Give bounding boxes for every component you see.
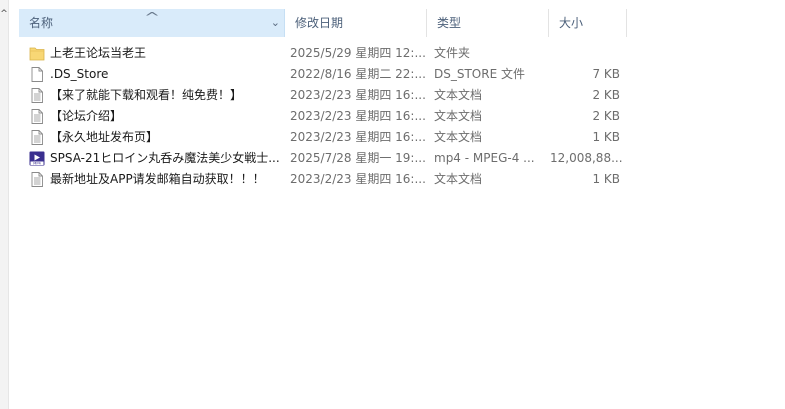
- file-date: 2025/5/29 星期四 12:...: [290, 46, 426, 60]
- file-row[interactable]: 上老王论坛当老王 2025/5/29 星期四 12:... 文件夹: [29, 43, 629, 64]
- file-name: 【永久地址发布页】: [50, 130, 159, 144]
- column-header-bar: ^ 名称 ⌄ 修改日期 类型 大小: [19, 9, 627, 37]
- file-size: 2 KB: [592, 88, 620, 102]
- file-row[interactable]: 【永久地址发布页】 2023/2/23 星期四 16:... 文本文档 1 KB: [29, 127, 629, 148]
- text-file-icon: [29, 129, 45, 146]
- file-row[interactable]: .DS_Store 2022/8/16 星期二 22:... DS_STORE …: [29, 64, 629, 85]
- column-header-type[interactable]: 类型: [427, 9, 549, 37]
- text-file-icon: [29, 108, 45, 125]
- navigation-pane-edge: [0, 0, 9, 409]
- text-file-icon: [29, 171, 45, 188]
- svg-text:MP4: MP4: [33, 162, 41, 166]
- chevron-down-icon[interactable]: ⌄: [271, 9, 280, 37]
- file-name: 【论坛介绍】: [50, 109, 123, 123]
- file-row[interactable]: 最新地址及APP请发邮箱自动获取！！！ 2023/2/23 星期四 16:...…: [29, 169, 629, 190]
- file-type: 文本文档: [434, 88, 483, 102]
- file-size: 1 KB: [592, 172, 620, 186]
- text-file-icon: [29, 87, 45, 104]
- file-type: mp4 - MPEG-4 ...: [434, 151, 535, 165]
- column-header-size-label: 大小: [559, 16, 584, 30]
- file-name: 【来了就能下载和观看！纯免费！】: [50, 88, 243, 102]
- file-name: 上老王论坛当老王: [50, 46, 147, 60]
- column-header-size[interactable]: 大小: [549, 9, 627, 37]
- file-row[interactable]: 【来了就能下载和观看！纯免费！】 2023/2/23 星期四 16:... 文本…: [29, 85, 629, 106]
- file-list: 上老王论坛当老王 2025/5/29 星期四 12:... 文件夹 .DS_St…: [29, 43, 629, 190]
- file-date: 2023/2/23 星期四 16:...: [290, 172, 426, 186]
- folder-icon: [29, 45, 45, 62]
- file-size: 1 KB: [592, 130, 620, 144]
- scroll-up-icon[interactable]: ^: [0, 8, 8, 20]
- file-type: 文件夹: [434, 46, 471, 60]
- file-type: 文本文档: [434, 109, 483, 123]
- column-header-name[interactable]: ^ 名称 ⌄: [19, 9, 285, 37]
- column-header-type-label: 类型: [437, 16, 462, 30]
- column-header-date-modified[interactable]: 修改日期: [285, 9, 427, 37]
- sort-ascending-icon: ^: [143, 10, 161, 24]
- column-header-name-label: 名称: [29, 16, 54, 30]
- file-type: 文本文档: [434, 130, 483, 144]
- file-row[interactable]: MP4 SPSA-21ヒロイン丸呑み魔法美少女戦士... 2025/7/28 星…: [29, 148, 629, 169]
- file-date: 2025/7/28 星期一 19:...: [290, 151, 426, 165]
- file-date: 2023/2/23 星期四 16:...: [290, 109, 426, 123]
- file-name: .DS_Store: [50, 67, 109, 81]
- file-name: 最新地址及APP请发邮箱自动获取！！！: [50, 172, 265, 186]
- file-size: 7 KB: [592, 67, 620, 81]
- file-date: 2022/8/16 星期二 22:...: [290, 67, 426, 81]
- file-icon: [29, 66, 45, 83]
- video-file-icon: MP4: [29, 150, 45, 167]
- file-type: 文本文档: [434, 172, 483, 186]
- column-header-date-label: 修改日期: [295, 16, 344, 30]
- file-date: 2023/2/23 星期四 16:...: [290, 88, 426, 102]
- file-row[interactable]: 【论坛介绍】 2023/2/23 星期四 16:... 文本文档 2 KB: [29, 106, 629, 127]
- file-size: 12,008,88...: [550, 151, 623, 165]
- file-date: 2023/2/23 星期四 16:...: [290, 130, 426, 144]
- file-type: DS_STORE 文件: [434, 67, 525, 81]
- file-size: 2 KB: [592, 109, 620, 123]
- file-name: SPSA-21ヒロイン丸呑み魔法美少女戦士...: [50, 151, 280, 165]
